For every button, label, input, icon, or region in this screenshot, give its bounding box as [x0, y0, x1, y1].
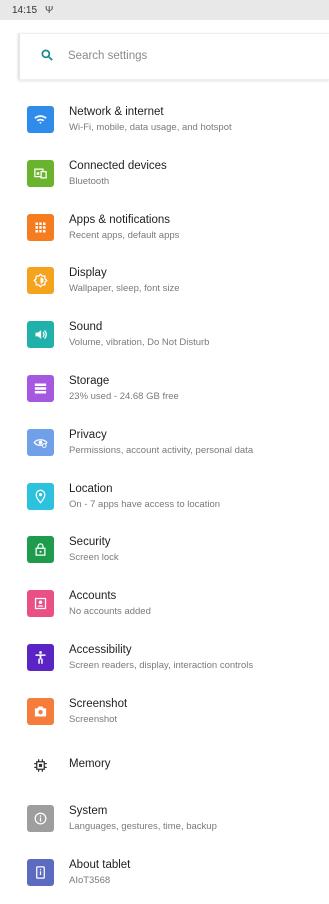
- settings-item-screenshot[interactable]: Screenshot Screenshot: [0, 689, 329, 743]
- settings-item-subtitle: Screen lock: [69, 552, 119, 564]
- settings-item-title: Screenshot: [69, 697, 128, 710]
- settings-item-title: Apps & notifications: [69, 213, 171, 226]
- settings-item-subtitle: Recent apps, default apps: [69, 229, 180, 241]
- settings-item-privacy[interactable]: Privacy Permissions, account activity, p…: [0, 420, 329, 474]
- settings-item-network[interactable]: Network & internet Wi-Fi, mobile, data u…: [0, 97, 329, 151]
- settings-item-subtitle: Bluetooth: [69, 175, 110, 187]
- storage-icon: [27, 374, 54, 402]
- settings-item-storage[interactable]: Storage 23% used - 24.68 GB free: [0, 366, 329, 420]
- wifi-icon: [27, 106, 54, 133]
- settings-item-title: Display: [69, 267, 107, 280]
- settings-item-system[interactable]: System Languages, gestures, time, backup: [0, 796, 329, 850]
- settings-item-accounts[interactable]: Accounts No accounts added: [0, 581, 329, 635]
- settings-item-sound[interactable]: Sound Volume, vibration, Do Not Disturb: [0, 312, 329, 366]
- settings-item-subtitle: 23% used - 24.68 GB free: [69, 390, 179, 402]
- settings-item-title: Location: [69, 482, 113, 495]
- apps-icon: [27, 213, 54, 241]
- usb-icon: Ψ: [45, 4, 54, 16]
- settings-item-subtitle: Wallpaper, sleep, font size: [69, 283, 180, 295]
- search-bar[interactable]: Search settings: [18, 33, 329, 80]
- info-icon: [27, 805, 54, 833]
- settings-item-security[interactable]: Security Screen lock: [0, 527, 329, 581]
- tablet-icon: [27, 859, 54, 887]
- settings-item-location[interactable]: Location On - 7 apps have access to loca…: [0, 474, 329, 528]
- devices-icon: [27, 159, 54, 187]
- location-pin-icon: [27, 482, 54, 510]
- settings-item-connected-devices[interactable]: Connected devices Bluetooth: [0, 151, 329, 205]
- settings-item-display[interactable]: Display Wallpaper, sleep, font size: [0, 258, 329, 312]
- settings-item-subtitle: Permissions, account activity, personal …: [69, 444, 254, 456]
- privacy-eye-icon: [27, 428, 54, 456]
- settings-item-title: Sound: [69, 321, 103, 334]
- status-bar: 14:15 Ψ: [0, 0, 329, 20]
- settings-item-subtitle: Screenshot: [69, 713, 118, 725]
- settings-item-subtitle: Languages, gestures, time, backup: [69, 821, 217, 833]
- settings-item-title: Accessibility: [69, 643, 132, 656]
- settings-item-apps[interactable]: Apps & notifications Recent apps, defaul…: [0, 205, 329, 259]
- settings-item-subtitle: No accounts added: [69, 606, 151, 618]
- status-time: 14:15: [12, 4, 38, 16]
- settings-item-title: System: [69, 805, 108, 818]
- settings-item-title: About tablet: [69, 859, 131, 872]
- settings-item-title: Connected devices: [69, 159, 167, 172]
- settings-item-title: Security: [69, 536, 111, 549]
- settings-item-subtitle: Volume, vibration, Do Not Disturb: [69, 337, 210, 349]
- settings-item-subtitle: Screen readers, display, interaction con…: [69, 659, 254, 671]
- settings-item-title: Storage: [69, 374, 110, 387]
- settings-item-title: Accounts: [69, 590, 117, 603]
- settings-item-memory[interactable]: Memory: [0, 743, 329, 797]
- brightness-icon: [27, 267, 54, 295]
- memory-chip-icon: [27, 751, 54, 779]
- search-icon: [41, 49, 53, 61]
- settings-item-accessibility[interactable]: Accessibility Screen readers, display, i…: [0, 635, 329, 689]
- settings-item-title: Network & internet: [69, 106, 164, 118]
- account-icon: [27, 590, 54, 618]
- camera-icon: [27, 697, 54, 725]
- settings-item-subtitle: On - 7 apps have access to location: [69, 498, 221, 510]
- lock-icon: [27, 536, 54, 564]
- settings-list: Network & internet Wi-Fi, mobile, data u…: [0, 97, 329, 904]
- settings-item-title: Privacy: [69, 428, 107, 441]
- accessibility-icon: [27, 643, 54, 671]
- settings-item-subtitle: Wi-Fi, mobile, data usage, and hotspot: [69, 122, 232, 133]
- settings-item-about-tablet[interactable]: About tablet AIoT3568: [0, 850, 329, 904]
- settings-item-subtitle: AIoT3568: [69, 875, 111, 887]
- settings-item-title: Memory: [69, 757, 111, 770]
- search-placeholder: Search settings: [68, 50, 148, 62]
- volume-icon: [27, 321, 54, 349]
